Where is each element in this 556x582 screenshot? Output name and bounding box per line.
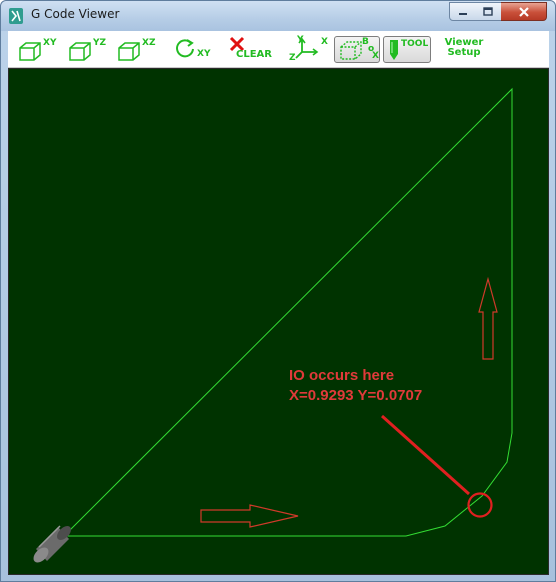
clear-label: CLEAR (236, 49, 272, 60)
view-yz-label: YZ (93, 38, 107, 48)
rotate-xy-label: XY (197, 49, 211, 59)
io-annotation: IO occurs here X=0.9293 Y=0.0707 (289, 366, 422, 406)
application-window: G Code Viewer XY YZ XZ XY CLEAR Y X Z B … (0, 0, 556, 582)
close-icon (518, 6, 529, 17)
toolpath-canvas (33, 87, 513, 563)
close-button[interactable] (501, 2, 547, 21)
annotation-line1: IO occurs here (289, 367, 395, 384)
view-xy-label: XY (43, 38, 57, 48)
tool-toggle-button[interactable]: TOOL (383, 36, 431, 63)
box-x-label: X (372, 51, 379, 61)
maximize-button[interactable] (475, 2, 502, 21)
cube-icon (19, 42, 41, 61)
tool-label: TOOL (401, 39, 429, 49)
clear-button[interactable]: CLEAR (228, 34, 274, 65)
cube-icon (118, 42, 140, 61)
rotate-icon (176, 39, 194, 58)
minimize-icon (458, 12, 467, 15)
minimize-button[interactable] (449, 2, 476, 21)
window-title: G Code Viewer (31, 7, 120, 21)
view-yz-button[interactable]: YZ (68, 34, 110, 65)
up-arrow-icon (478, 276, 498, 360)
viewer-setup-button[interactable]: Viewer Setup (438, 38, 490, 58)
axes-button[interactable]: Y X Z (288, 34, 330, 65)
tool-icon (390, 40, 398, 60)
box-toggle-button[interactable]: B o X (334, 36, 380, 63)
right-arrow-icon (200, 504, 299, 528)
axis-x-label: X (321, 37, 328, 47)
view-xz-label: XZ (142, 38, 156, 48)
toolbar: XY YZ XZ XY CLEAR Y X Z B o X TOOL Viewe… (8, 31, 549, 68)
viewer-setup-label-line2: Setup (447, 47, 481, 58)
gcode-viewport[interactable]: IO occurs here X=0.9293 Y=0.0707 (8, 68, 549, 575)
highlight-circle-icon (467, 492, 493, 518)
pointer-line-icon (380, 414, 471, 496)
axis-z-label: Z (289, 53, 296, 63)
toolpath-line (62, 87, 513, 537)
title-bar[interactable]: G Code Viewer (1, 1, 555, 31)
cube-icon (69, 42, 91, 61)
annotation-line2: X=0.9293 Y=0.0707 (289, 387, 423, 404)
app-icon (9, 8, 23, 24)
tool-cylinder-icon (33, 525, 71, 563)
axis-y-label: Y (297, 35, 304, 45)
view-xy-button[interactable]: XY (18, 34, 60, 65)
maximize-icon (483, 6, 493, 16)
rotate-xy-button[interactable]: XY (174, 34, 216, 65)
view-xz-button[interactable]: XZ (117, 34, 159, 65)
